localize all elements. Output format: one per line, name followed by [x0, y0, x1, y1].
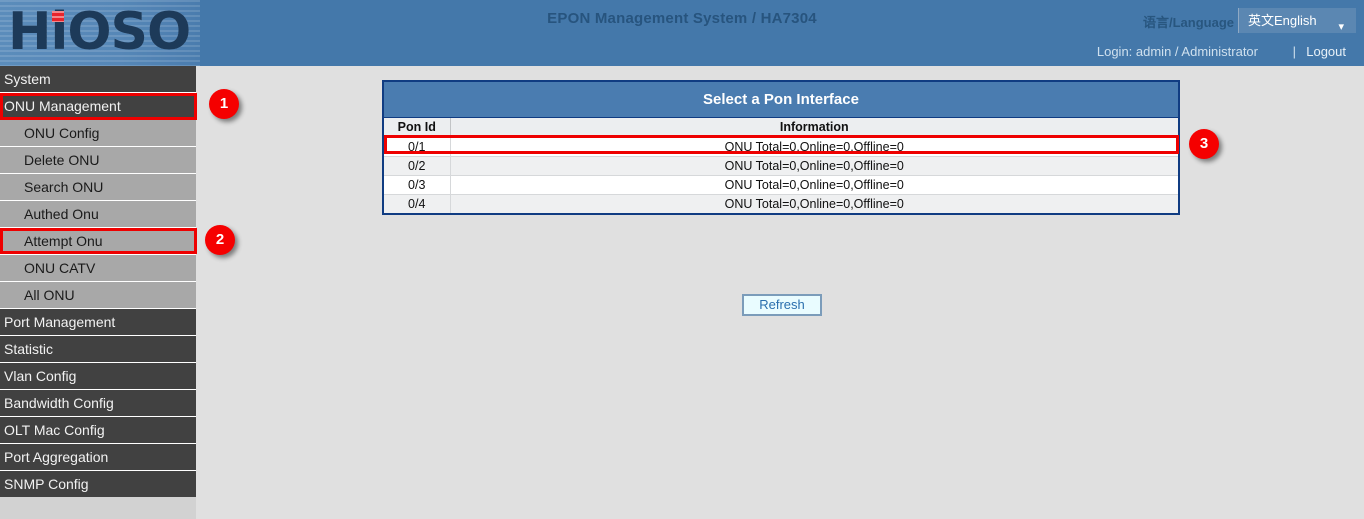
- cell-information: ONU Total=0,Online=0,Offline=0: [450, 194, 1178, 213]
- sidebar-item-vlan-config[interactable]: Vlan Config: [0, 363, 196, 390]
- sidebar-item-onu-config[interactable]: ONU Config: [0, 120, 196, 147]
- annotation-badge-2: 2: [205, 225, 235, 255]
- table-header-row: Pon Id Information: [384, 118, 1178, 137]
- cell-pon-id: 0/2: [384, 156, 450, 175]
- column-header-pon-id: Pon Id: [384, 118, 450, 137]
- annotation-badge-3: 3: [1189, 129, 1219, 159]
- panel-title: Select a Pon Interface: [384, 82, 1178, 118]
- refresh-button[interactable]: Refresh: [742, 294, 822, 316]
- sidebar-item-snmp-config[interactable]: SNMP Config: [0, 471, 196, 498]
- sidebar-item-delete-onu[interactable]: Delete ONU: [0, 147, 196, 174]
- chevron-down-icon: ▾: [1338, 15, 1344, 40]
- pon-interface-panel: Select a Pon Interface Pon Id Informatio…: [382, 80, 1180, 215]
- sidebar-item-onu-catv[interactable]: ONU CATV: [0, 255, 196, 282]
- cell-information: ONU Total=0,Online=0,Offline=0: [450, 137, 1178, 156]
- table-row[interactable]: 0/1 ONU Total=0,Online=0,Offline=0: [384, 137, 1178, 156]
- sidebar-item-port-aggregation[interactable]: Port Aggregation: [0, 444, 196, 471]
- cell-information: ONU Total=0,Online=0,Offline=0: [450, 156, 1178, 175]
- annotation-badge-1: 1: [209, 89, 239, 119]
- language-select[interactable]: 英文English ▾: [1238, 8, 1356, 33]
- cell-pon-id: 0/1: [384, 137, 450, 156]
- app-header: HiOSO EPON Management System / HA7304 语言…: [0, 0, 1364, 66]
- sidebar-item-attempt-onu[interactable]: Attempt Onu: [0, 228, 196, 255]
- cell-pon-id: 0/3: [384, 175, 450, 194]
- language-select-value: 英文English: [1248, 13, 1317, 28]
- sidebar-item-port-management[interactable]: Port Management: [0, 309, 196, 336]
- logout-separator: |: [1293, 44, 1296, 59]
- sidebar-item-search-onu[interactable]: Search ONU: [0, 174, 196, 201]
- cell-information: ONU Total=0,Online=0,Offline=0: [450, 175, 1178, 194]
- column-header-information: Information: [450, 118, 1178, 137]
- pon-interface-table: Pon Id Information 0/1 ONU Total=0,Onlin…: [384, 118, 1178, 213]
- cell-pon-id: 0/4: [384, 194, 450, 213]
- logout-link[interactable]: Logout: [1306, 44, 1346, 59]
- sidebar-item-system[interactable]: System: [0, 66, 196, 93]
- table-row[interactable]: 0/3 ONU Total=0,Online=0,Offline=0: [384, 175, 1178, 194]
- sidebar-filler: [0, 497, 196, 519]
- sidebar-item-statistic[interactable]: Statistic: [0, 336, 196, 363]
- language-label: 语言/Language: [1143, 12, 1234, 31]
- sidebar-nav: System ONU Management ONU Config Delete …: [0, 66, 196, 519]
- sidebar-item-bandwidth-config[interactable]: Bandwidth Config: [0, 390, 196, 417]
- login-info: Login: admin / Administrator: [1097, 44, 1258, 59]
- sidebar-item-olt-mac-config[interactable]: OLT Mac Config: [0, 417, 196, 444]
- main-content: Select a Pon Interface Pon Id Informatio…: [196, 66, 1364, 519]
- sidebar-item-authed-onu[interactable]: Authed Onu: [0, 201, 196, 228]
- sidebar-item-all-onu[interactable]: All ONU: [0, 282, 196, 309]
- sidebar-item-onu-management[interactable]: ONU Management: [0, 93, 196, 120]
- table-row[interactable]: 0/4 ONU Total=0,Online=0,Offline=0: [384, 194, 1178, 213]
- table-row[interactable]: 0/2 ONU Total=0,Online=0,Offline=0: [384, 156, 1178, 175]
